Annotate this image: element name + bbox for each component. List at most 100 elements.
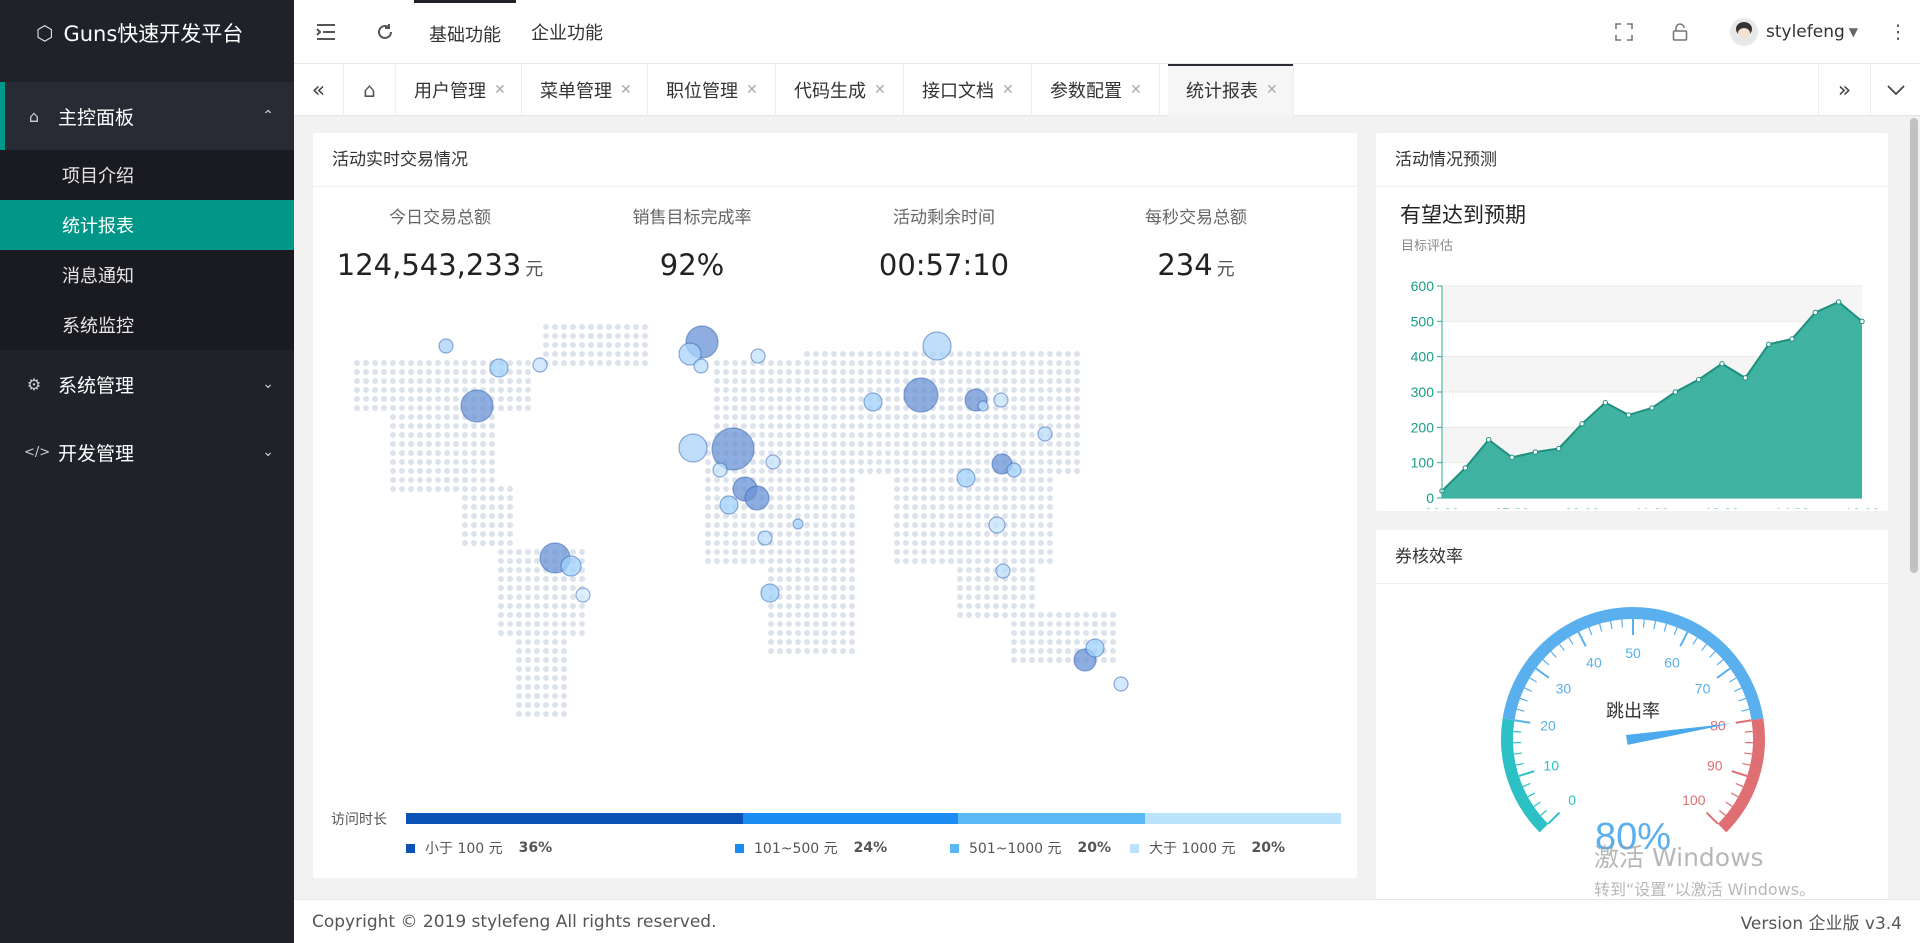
tab-home[interactable]: ⌂	[344, 64, 396, 116]
refresh-icon[interactable]	[358, 0, 412, 64]
more-icon[interactable]: ⋮	[1878, 0, 1918, 64]
close-icon[interactable]: ✕	[1002, 82, 1014, 98]
map-dot	[957, 369, 963, 375]
map-dot	[1038, 540, 1044, 546]
map-dot	[867, 387, 873, 393]
tabs-scroll-left-icon[interactable]: «	[294, 64, 344, 116]
page-scrollbar[interactable]	[1908, 116, 1920, 899]
map-dot	[714, 486, 720, 492]
tab-param-config[interactable]: 参数配置 ✕	[1032, 64, 1160, 116]
map-dot	[984, 441, 990, 447]
map-dot	[471, 540, 477, 546]
legend-label: 大于 1000 元	[1149, 841, 1236, 857]
tab-user-management[interactable]: 用户管理 ✕	[396, 64, 522, 116]
map-dot	[453, 387, 459, 393]
map-dot	[768, 369, 774, 375]
map-dot	[786, 441, 792, 447]
top-tab-enterprise[interactable]: 企业功能	[516, 0, 618, 64]
map-dot	[948, 531, 954, 537]
gauge-tick	[1524, 687, 1532, 692]
map-dot	[984, 495, 990, 501]
map-dot	[813, 396, 819, 402]
map-dot	[813, 585, 819, 591]
map-dot	[912, 558, 918, 564]
map-dot	[948, 432, 954, 438]
close-icon[interactable]: ✕	[874, 82, 886, 98]
tab-position-management[interactable]: 职位管理 ✕	[648, 64, 776, 116]
map-dot	[903, 531, 909, 537]
map-dot	[507, 621, 513, 627]
map-dot	[831, 387, 837, 393]
map-dot	[516, 567, 522, 573]
gauge-tick-label: 100	[1682, 792, 1706, 808]
map-dot	[1029, 405, 1035, 411]
sidebar-item-statistics[interactable]: 统计报表	[0, 200, 294, 250]
map-dot	[1092, 621, 1098, 627]
map-dot	[804, 405, 810, 411]
map-dot	[975, 450, 981, 456]
map-dot	[435, 405, 441, 411]
close-icon[interactable]: ✕	[1266, 82, 1278, 98]
map-dot	[849, 531, 855, 537]
map-dot	[1065, 468, 1071, 474]
footer: Copyright © 2019 stylefeng All rights re…	[294, 899, 1920, 943]
map-dot	[957, 540, 963, 546]
tabs-scroll-right-icon[interactable]: »	[1818, 64, 1870, 116]
menu-toggle-icon[interactable]	[294, 0, 358, 64]
visit-legend-item[interactable]: 小于 100 元 36%	[406, 838, 552, 858]
sidebar-item-notifications[interactable]: 消息通知	[0, 250, 294, 300]
map-dot	[804, 459, 810, 465]
close-icon[interactable]: ✕	[1130, 82, 1142, 98]
map-dot	[507, 549, 513, 555]
map-dot	[867, 360, 873, 366]
sidebar-item-monitor[interactable]: 系统监控	[0, 300, 294, 350]
visit-legend-item[interactable]: 101~500 元 24%	[735, 838, 887, 858]
lock-icon[interactable]	[1660, 0, 1700, 64]
map-dot	[1020, 369, 1026, 375]
close-icon[interactable]: ✕	[620, 82, 632, 98]
map-dot	[903, 351, 909, 357]
map-dot	[975, 567, 981, 573]
map-dot	[489, 531, 495, 537]
map-dot	[948, 396, 954, 402]
tab-api-docs[interactable]: 接口文档 ✕	[904, 64, 1032, 116]
map-dot	[840, 369, 846, 375]
map-dot	[1029, 414, 1035, 420]
visit-legend-item[interactable]: 501~1000 元 20%	[950, 838, 1111, 858]
close-icon[interactable]: ✕	[494, 82, 506, 98]
map-dot	[786, 594, 792, 600]
visit-legend-item[interactable]: 大于 1000 元 20%	[1130, 838, 1285, 858]
map-dot	[957, 423, 963, 429]
x-tick-label: 06:00	[1424, 505, 1459, 509]
tab-code-generation[interactable]: 代码生成 ✕	[776, 64, 904, 116]
sidebar-item-project-intro[interactable]: 项目介绍	[0, 150, 294, 200]
map-dot	[957, 531, 963, 537]
map-dot	[399, 477, 405, 483]
sidebar-group-dev[interactable]: </> 开发管理 ⌄	[0, 418, 294, 486]
tab-menu-management[interactable]: 菜单管理 ✕	[522, 64, 648, 116]
map-dot	[462, 432, 468, 438]
map-dot	[714, 423, 720, 429]
top-tab-basic[interactable]: 基础功能	[414, 0, 516, 64]
tabs-dropdown-icon[interactable]	[1870, 64, 1920, 116]
app-logo[interactable]: ⬡ Guns快速开发平台	[0, 0, 294, 66]
sidebar-group-main-panel[interactable]: ⌂ 主控面板 ⌃	[0, 82, 294, 150]
map-dot	[822, 540, 828, 546]
map-dot	[1011, 576, 1017, 582]
map-dot	[1011, 621, 1017, 627]
map-dot	[849, 630, 855, 636]
scrollbar-thumb[interactable]	[1910, 118, 1918, 573]
map-dot	[561, 693, 567, 699]
map-bubble	[956, 468, 976, 488]
map-dot	[1029, 441, 1035, 447]
map-dot	[804, 504, 810, 510]
tab-statistics[interactable]: 统计报表 ✕	[1168, 64, 1294, 116]
close-icon[interactable]: ✕	[746, 82, 758, 98]
map-dot	[435, 414, 441, 420]
map-dot	[975, 540, 981, 546]
map-dot	[507, 558, 513, 564]
map-bubble	[575, 587, 591, 603]
sidebar-group-system[interactable]: ⚙ 系统管理 ⌄	[0, 350, 294, 418]
map-dot	[1020, 522, 1026, 528]
fullscreen-icon[interactable]	[1604, 0, 1644, 64]
